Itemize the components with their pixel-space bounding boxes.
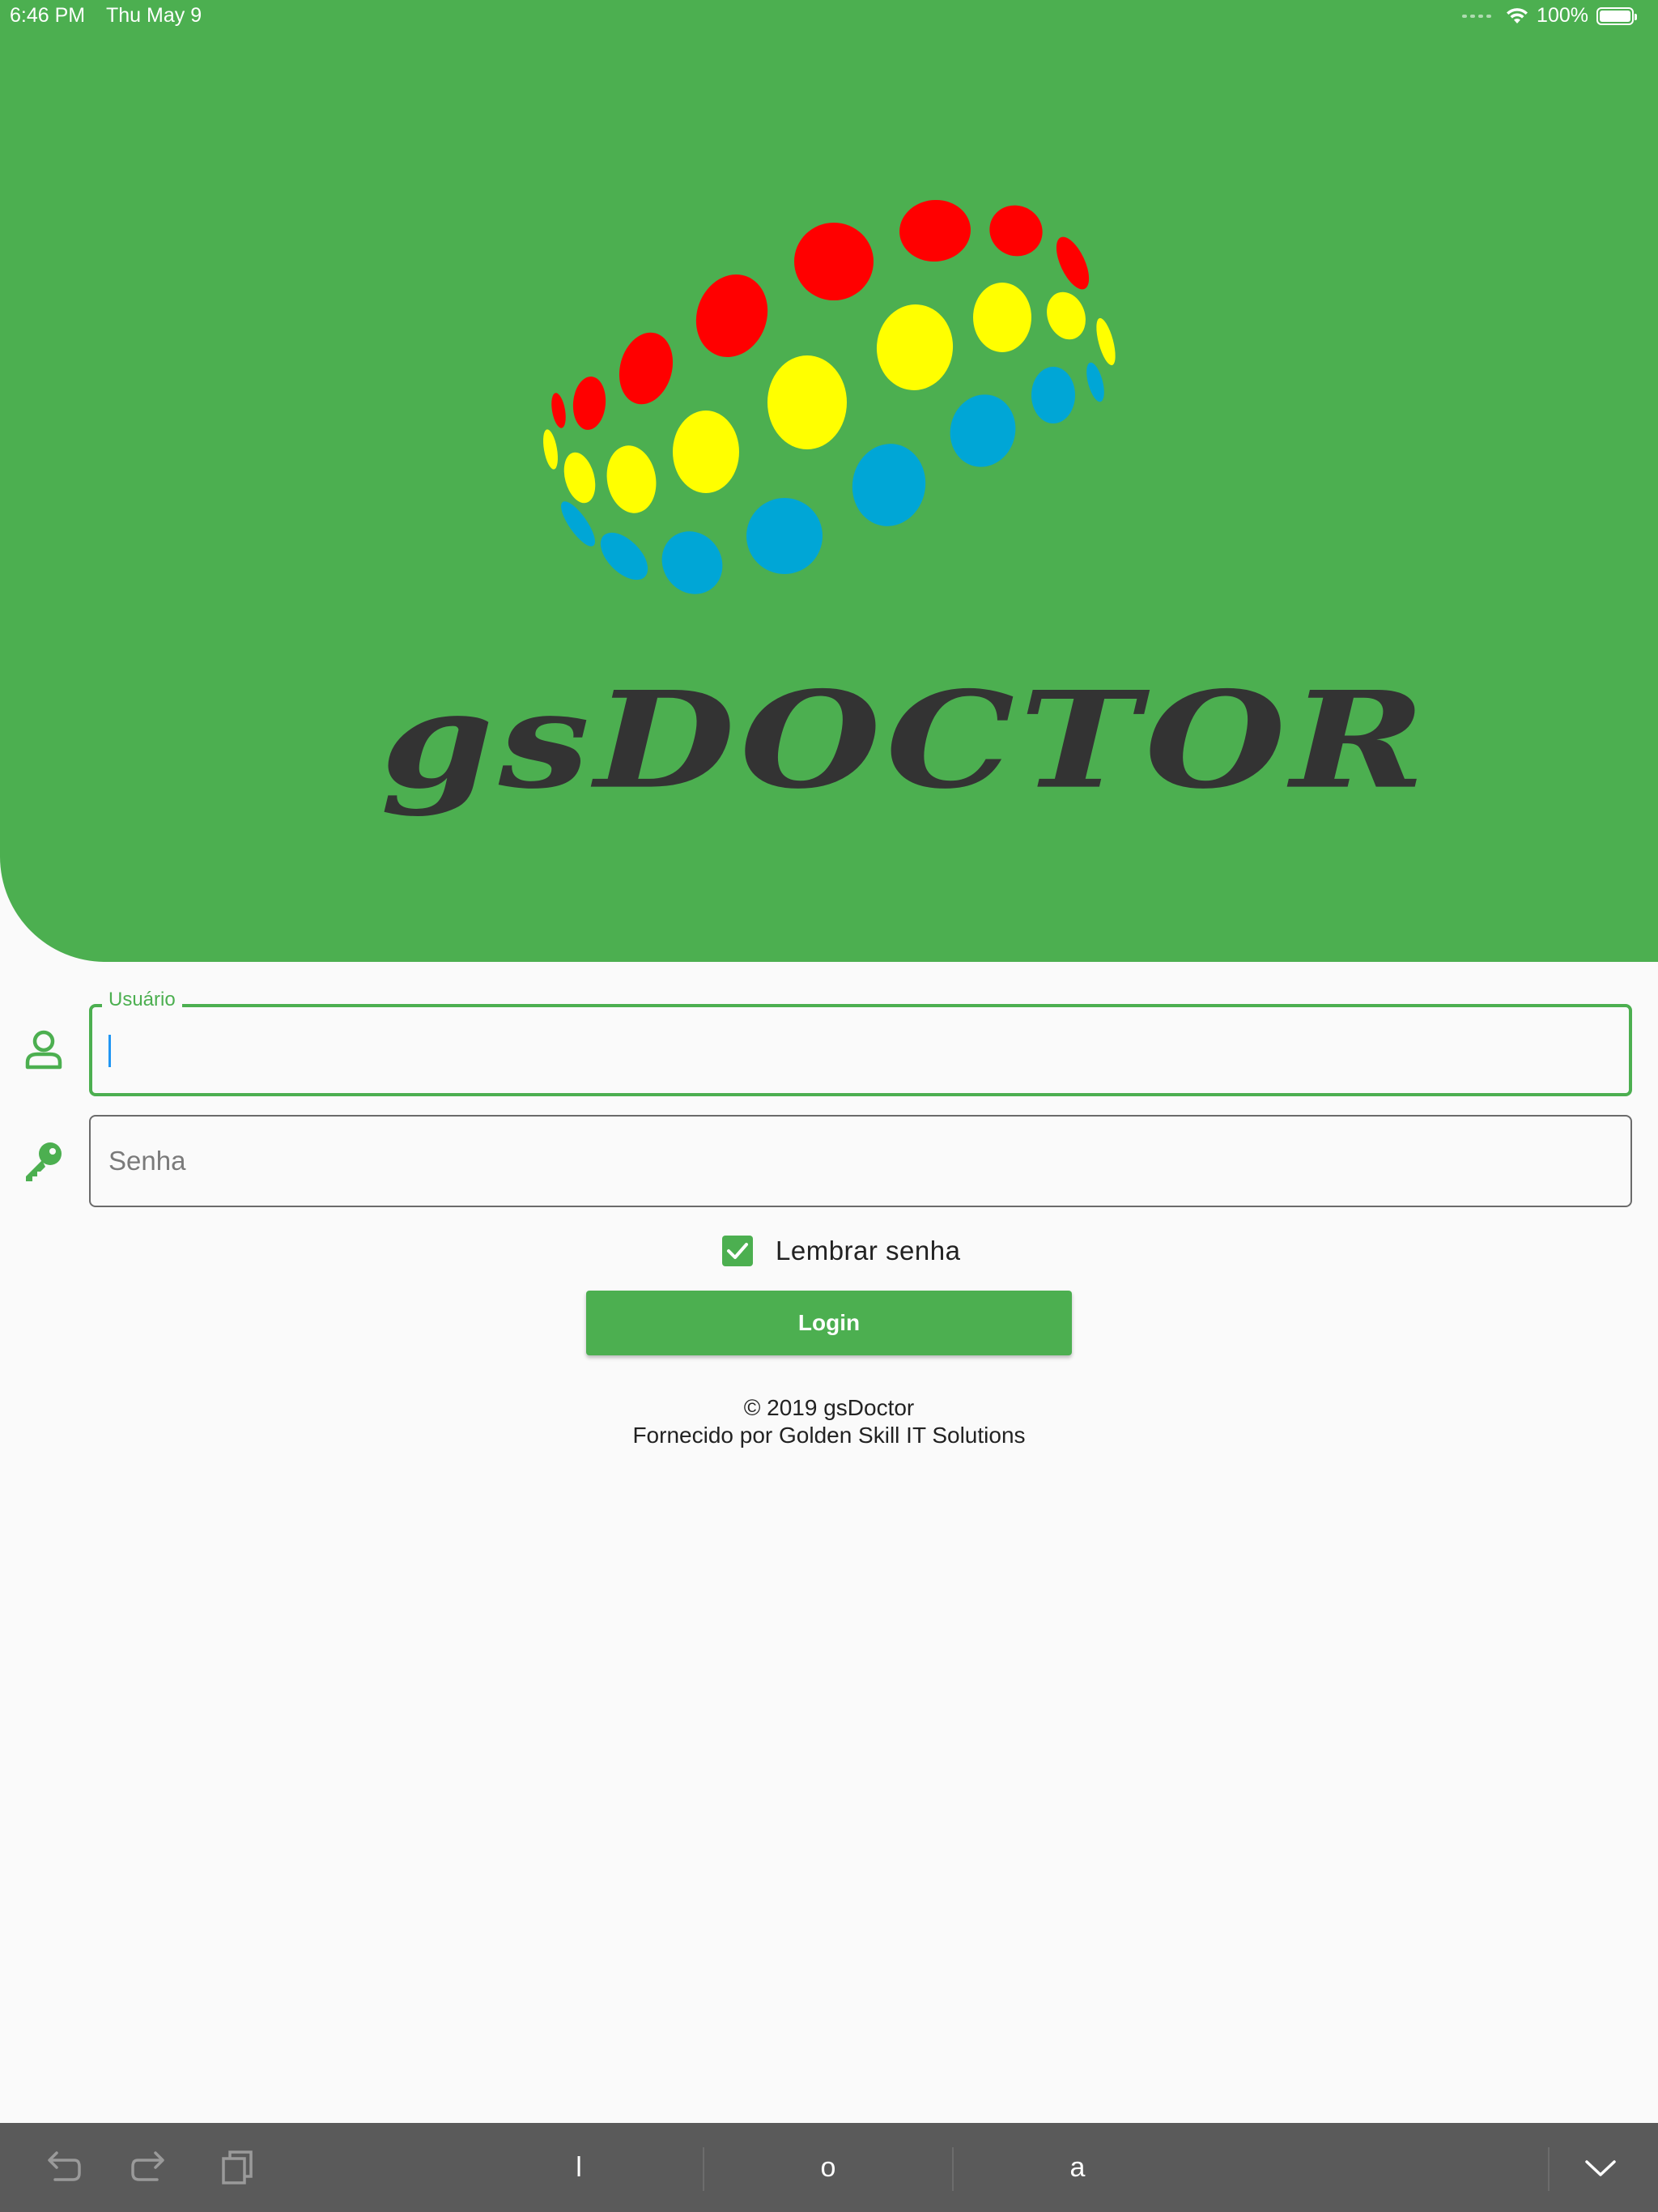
logo-dot: [606, 445, 657, 513]
suggestion-item[interactable]: a: [954, 2123, 1201, 2212]
logo-dot: [572, 376, 606, 430]
logo-dot: [1047, 291, 1086, 340]
logo-dot: [673, 410, 739, 493]
status-indicators: 100%: [1462, 4, 1637, 28]
login-screen: 6:46 PM Thu May 9 100% gsDOCTOR Usuário …: [0, 0, 1658, 2212]
logo-dot: [561, 501, 595, 547]
status-bar: 6:46 PM Thu May 9 100%: [0, 0, 1658, 32]
battery-icon: [1596, 6, 1637, 25]
shortcut-divider: [1548, 2147, 1550, 2191]
logo-dot: [899, 199, 971, 262]
username-input[interactable]: [110, 1007, 1608, 1096]
logo-dot: [1096, 317, 1116, 366]
remember-password-checkbox[interactable]: [722, 1236, 753, 1266]
redo-icon[interactable]: [130, 2149, 170, 2186]
brand-wordmark: gsDOCTOR: [380, 662, 1431, 819]
logo-dot: [989, 205, 1043, 257]
logo-dot: [1086, 362, 1104, 402]
footer: © 2019 gsDoctor Fornecido por Golden Ski…: [0, 1394, 1658, 1449]
provider-text: Fornecido por Golden Skill IT Solutions: [632, 1423, 1026, 1448]
checkmark-icon: [727, 1243, 748, 1259]
logo-dot: [852, 444, 926, 526]
username-field[interactable]: Usuário: [89, 989, 1632, 1096]
status-time: 6:46 PM: [10, 4, 86, 27]
logo-dot: [1056, 236, 1090, 290]
logo-dot: [767, 355, 847, 449]
suggestion-item[interactable]: l: [453, 2123, 704, 2212]
wifi-icon: [1507, 7, 1528, 23]
paste-icon[interactable]: [219, 2149, 259, 2186]
remember-password-label[interactable]: Lembrar senha: [776, 1236, 960, 1266]
logo-dot: [973, 283, 1031, 352]
logo-dot: [695, 274, 768, 358]
logo-dot: [600, 532, 648, 581]
copyright-text: © 2019 gsDoctor: [743, 1395, 915, 1420]
status-date: Thu May 9: [106, 4, 202, 27]
dismiss-keyboard-icon[interactable]: [1580, 2149, 1621, 2186]
logo-dot: [661, 531, 723, 594]
cellular-signal-icon: [1462, 14, 1492, 18]
remember-password-row[interactable]: Lembrar senha: [722, 1235, 960, 1267]
logo-dot: [1031, 367, 1075, 423]
key-icon: [26, 1142, 62, 1181]
logo-dot: [950, 394, 1016, 467]
logo-dot: [563, 452, 596, 504]
suggestion-item[interactable]: o: [704, 2123, 952, 2212]
password-input[interactable]: [108, 1117, 1606, 1206]
battery-percent: 100%: [1537, 4, 1588, 27]
logo-dot: [619, 332, 674, 405]
password-field[interactable]: [89, 1115, 1632, 1207]
undo-icon[interactable]: [42, 2149, 83, 2186]
login-button[interactable]: Login: [586, 1291, 1072, 1355]
logo-dot: [746, 498, 823, 574]
keyboard-shortcut-bar: l o a: [0, 2123, 1658, 2212]
logo-dot: [543, 429, 558, 470]
logo-dot: [876, 304, 954, 390]
logo-dot: [794, 223, 874, 300]
header-banner: 6:46 PM Thu May 9 100% gsDOCTOR: [0, 0, 1658, 962]
dotted-sphere-logo: [543, 199, 1116, 594]
logo-dot: [551, 393, 566, 428]
person-outline-icon: [25, 1030, 62, 1070]
